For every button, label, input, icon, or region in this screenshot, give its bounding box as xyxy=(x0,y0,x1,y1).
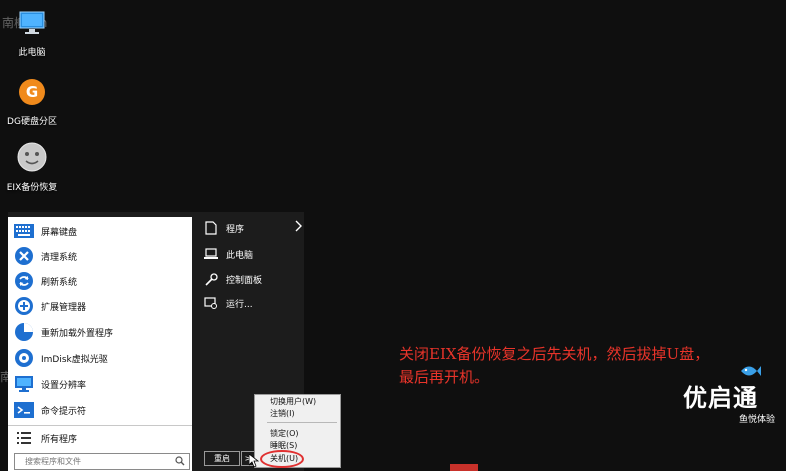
start-menu-item-refresh-system[interactable]: 刷新系统 xyxy=(8,269,192,293)
plus-circle-icon xyxy=(14,296,34,316)
refresh-icon xyxy=(14,271,34,291)
start-menu-item-label: ImDisk虚拟光驱 xyxy=(41,354,108,365)
disk-genius-icon: G xyxy=(17,79,47,111)
chevron-right-icon xyxy=(294,220,302,235)
start-menu-right-control-panel[interactable]: 控制面板 xyxy=(204,267,304,291)
start-menu-item-cmd[interactable]: 命令提示符 xyxy=(8,398,192,422)
fish-icon xyxy=(739,362,761,384)
search-input[interactable]: 搜索程序和文件 xyxy=(14,453,190,470)
start-menu-right-label: 此电脑 xyxy=(226,250,254,261)
desktop-icon-label: DG硬盘分区 xyxy=(7,117,57,127)
desktop-icon-this-pc[interactable]: 此电脑 xyxy=(6,8,58,58)
computer-icon xyxy=(17,11,47,42)
start-menu-item-label: 屏幕键盘 xyxy=(41,227,78,238)
start-menu-item-extension-manager[interactable]: 扩展管理器 xyxy=(8,294,192,318)
search-placeholder: 搜索程序和文件 xyxy=(25,457,81,466)
list-icon xyxy=(14,428,34,448)
laptop-icon xyxy=(204,247,218,261)
start-menu-item-label: 清理系统 xyxy=(41,252,78,263)
monitor-icon xyxy=(14,374,34,394)
menu-item-lock[interactable]: 锁定(O) xyxy=(270,428,299,439)
backup-face-icon xyxy=(16,142,48,177)
start-menu-item-label: 设置分辨率 xyxy=(41,380,87,391)
page-icon xyxy=(204,221,218,235)
svg-text:G: G xyxy=(26,83,38,101)
start-menu-right-run[interactable]: 运行... xyxy=(204,291,304,315)
annotation-line-2: 最后再开机。 xyxy=(399,368,490,386)
start-menu-item-reload-external[interactable]: 重新加载外置程序 xyxy=(8,320,192,344)
start-menu-item-clean-system[interactable]: 清理系统 xyxy=(8,244,192,268)
desktop-icon-label: 此电脑 xyxy=(18,48,46,58)
start-menu-item-label: 重新加载外置程序 xyxy=(41,328,114,339)
bottom-decoration xyxy=(450,464,478,471)
wrench-icon xyxy=(204,272,218,286)
desktop-icon-label: EIX备份恢复 xyxy=(6,183,58,193)
start-menu-item-resolution[interactable]: 设置分辨率 xyxy=(8,372,192,396)
clean-x-icon xyxy=(14,246,34,266)
start-menu-right-programs[interactable]: 程序 xyxy=(204,216,304,240)
highlight-circle xyxy=(260,450,304,468)
start-menu-right-label: 程序 xyxy=(226,224,245,235)
start-menu-item-label: 扩展管理器 xyxy=(41,302,87,313)
desktop-icon-eix-backup[interactable]: EIX备份恢复 xyxy=(6,141,58,193)
brand-tagline: 鱼悦体验 xyxy=(738,415,775,425)
start-menu-right-this-pc[interactable]: 此电脑 xyxy=(204,242,304,266)
search-icon xyxy=(175,456,185,468)
start-menu-item-label: 命令提示符 xyxy=(41,406,87,417)
start-menu-right-label: 运行... xyxy=(226,299,253,310)
all-programs-button[interactable]: 所有程序 xyxy=(8,426,192,450)
cmd-icon xyxy=(14,400,34,420)
brand-logo: 优启通 鱼悦体验 xyxy=(683,366,777,428)
run-icon xyxy=(204,296,218,310)
menu-item-logoff[interactable]: 注销(I) xyxy=(270,408,295,419)
mouse-cursor-icon xyxy=(248,453,260,471)
disc-icon xyxy=(14,348,34,368)
annotation-line-1: 关闭EIX备份恢复之后先关机，然后拔掉U盘， xyxy=(399,345,710,363)
menu-item-switch-user[interactable]: 切换用户(W) xyxy=(270,396,316,407)
restart-button[interactable]: 重启 xyxy=(204,451,240,466)
start-menu-item-imdisk[interactable]: ImDisk虚拟光驱 xyxy=(8,346,192,370)
start-menu-right-label: 控制面板 xyxy=(226,275,263,286)
menu-separator xyxy=(267,422,337,423)
annotation-text: 关闭EIX备份恢复之后先关机，然后拔掉U盘， 最后再开机。 xyxy=(399,343,709,389)
start-menu-item-label: 刷新系统 xyxy=(41,277,78,288)
all-programs-label: 所有程序 xyxy=(41,434,78,445)
start-menu-left-pane: 屏幕键盘 清理系统 刷新系统 扩展管理器 重新加载外置程序 ImDisk虚拟光驱… xyxy=(8,217,192,471)
keyboard-icon xyxy=(14,221,34,241)
desktop-icon-dg-partition[interactable]: G DG硬盘分区 xyxy=(6,77,58,127)
start-menu-item-onscreen-keyboard[interactable]: 屏幕键盘 xyxy=(8,219,192,243)
pie-chart-icon xyxy=(14,322,34,342)
